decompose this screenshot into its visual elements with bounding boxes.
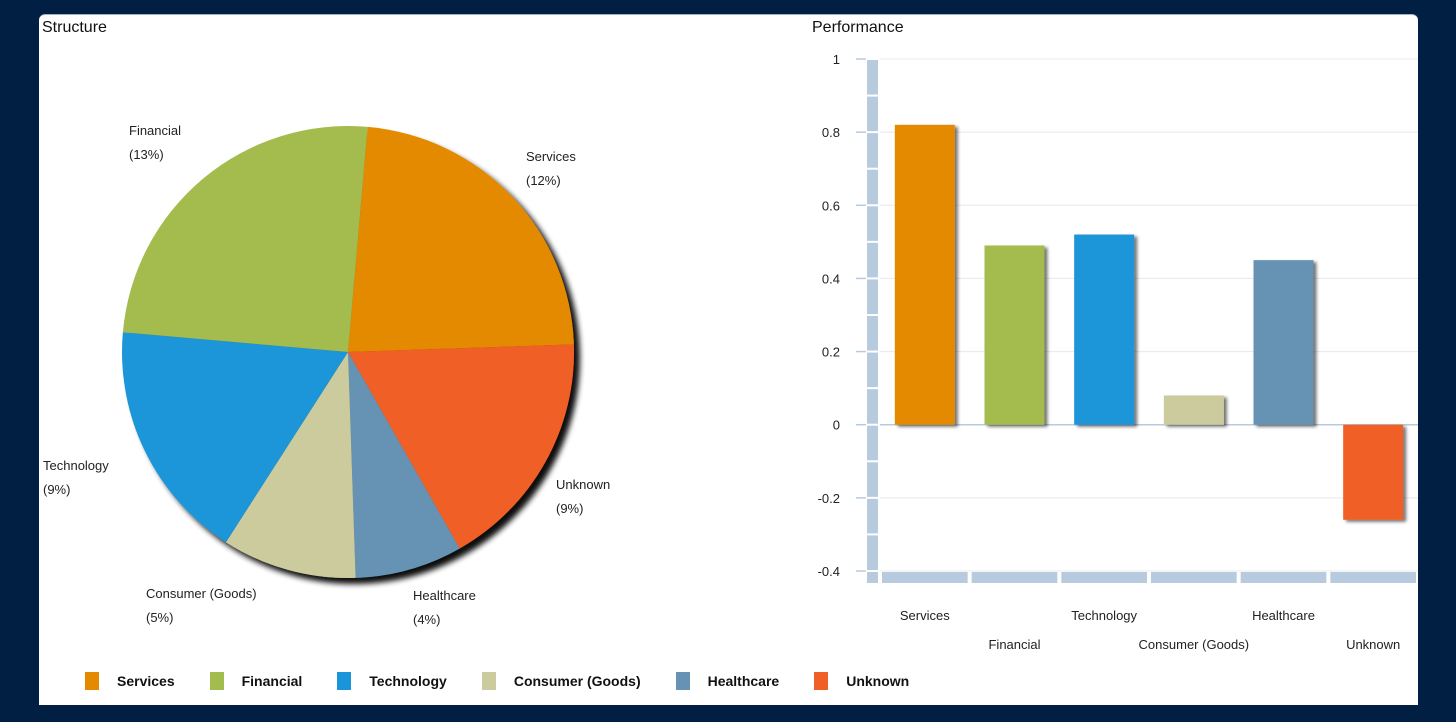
y-tick-label: 0.8	[822, 125, 840, 140]
y-axis-band-segment	[867, 60, 878, 95]
legend-swatch	[675, 672, 690, 690]
legend-item-services[interactable]: Services	[85, 672, 175, 690]
y-axis-band-segment	[867, 352, 878, 388]
y-axis-band-segment	[867, 425, 878, 461]
y-axis-band-segment	[867, 96, 878, 132]
y-tick-label: 1	[833, 52, 840, 67]
bar-technology[interactable]	[1074, 234, 1135, 425]
y-axis-band-segment	[867, 206, 878, 241]
bar-financial[interactable]	[984, 245, 1045, 425]
x-axis-band-segment	[1151, 572, 1237, 583]
bar-consumer-goods[interactable]	[1163, 395, 1224, 425]
y-axis-band-segment	[867, 242, 878, 278]
y-tick-label: 0.4	[822, 271, 840, 286]
performance-bar-chart: 1 0.8 0.6 0.4 0.2 0 -0.2 -0.4 Services Financial…	[818, 52, 1418, 652]
y-tick-label: -0.2	[818, 491, 840, 506]
legend-label: Unknown	[846, 673, 910, 689]
legend-item-technology[interactable]: Technology	[337, 672, 447, 690]
y-tick-label: -0.4	[818, 564, 840, 579]
bar-unknown[interactable]	[1343, 424, 1404, 520]
y-axis-band-segment	[867, 389, 878, 424]
legend-label: Technology	[369, 673, 447, 689]
x-axis-band-segment	[1240, 572, 1327, 583]
x-tick-label-services: Services	[900, 608, 950, 623]
legend-item-healthcare[interactable]: Healthcare	[675, 672, 780, 690]
legend-label: Consumer (Goods)	[513, 673, 641, 689]
axis-corner	[867, 572, 878, 583]
legend-item-financial[interactable]: Financial	[209, 672, 303, 690]
y-axis-band-segment	[867, 279, 878, 314]
y-axis-band-segment	[867, 462, 878, 497]
legend-swatch	[337, 672, 352, 690]
x-axis-band-segment	[1061, 572, 1147, 583]
x-tick-label-technology: Technology	[1071, 608, 1137, 623]
legend-swatch	[814, 672, 829, 690]
y-tick-label: 0.6	[822, 198, 840, 213]
x-tick-label-unknown: Unknown	[1346, 637, 1400, 652]
bar-services[interactable]	[894, 124, 955, 425]
legend-swatch	[209, 672, 224, 690]
legend-label: Financial	[241, 673, 303, 689]
bar-healthcare[interactable]	[1253, 260, 1314, 425]
x-tick-label-consumer-goods: Consumer (Goods)	[1139, 637, 1250, 652]
x-axis-band-segment	[882, 572, 968, 583]
y-axis-band-segment	[867, 498, 878, 534]
x-axis-band-segment	[1330, 572, 1416, 583]
y-axis-band-segment	[867, 316, 878, 351]
y-axis-band-segment	[867, 169, 878, 205]
legend-swatch	[481, 672, 496, 690]
legend-swatch	[85, 672, 99, 690]
legend-item-consumer-goods[interactable]: Consumer (Goods)	[481, 672, 641, 690]
y-tick-label: 0	[833, 418, 840, 433]
legend-label: Healthcare	[707, 673, 780, 689]
x-axis-band-segment	[971, 572, 1058, 583]
x-tick-label-financial: Financial	[988, 637, 1040, 652]
legend-label: Services	[117, 673, 175, 689]
chart-legend: Services Financial Technology Consumer (Goo…	[85, 671, 944, 691]
y-axis-band-segment	[867, 535, 878, 570]
legend-item-unknown[interactable]: Unknown	[814, 672, 909, 690]
y-tick-label: 0.2	[822, 345, 840, 360]
x-tick-label-healthcare: Healthcare	[1252, 608, 1315, 623]
y-axis-band-segment	[867, 133, 878, 168]
